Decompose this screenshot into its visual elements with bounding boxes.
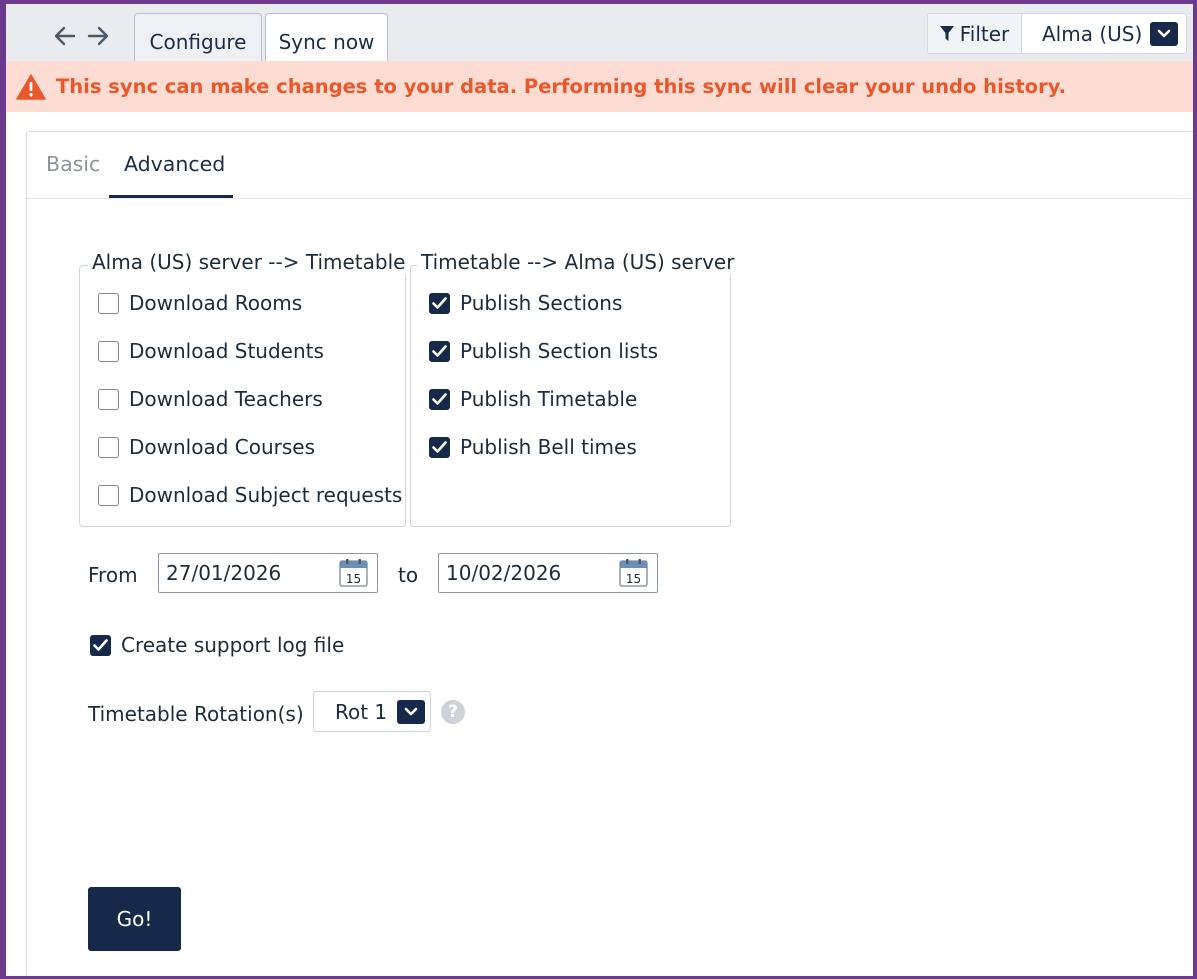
from-date-field[interactable]: 27/01/2026 15 — [158, 553, 378, 593]
active-tab-indicator — [109, 195, 233, 198]
download-subject-requests-checkbox[interactable]: Download Subject requests — [98, 483, 402, 507]
checkbox-label: Download Courses — [129, 435, 316, 459]
forward-button[interactable] — [84, 22, 112, 50]
publish-group-legend: Timetable --> Alma (US) server — [417, 250, 739, 274]
chevron-down-icon[interactable] — [397, 700, 425, 724]
checkbox-unchecked[interactable] — [98, 484, 119, 506]
tab-basic[interactable]: Basic — [46, 152, 100, 176]
publish-timetable-checkbox[interactable]: Publish Timetable — [429, 387, 637, 411]
svg-text:15: 15 — [626, 572, 641, 586]
checkbox-checked[interactable] — [429, 436, 450, 458]
checkbox-label: Download Rooms — [129, 291, 303, 315]
checkmark-icon — [432, 392, 447, 405]
checkbox-label: Publish Bell times — [460, 435, 637, 459]
from-label: From — [88, 563, 138, 587]
filter-label: Filter — [959, 21, 1010, 46]
rotation-label: Timetable Rotation(s) — [88, 702, 304, 726]
checkmark-icon — [432, 344, 447, 357]
app-window: Configure Sync now Filter Alma (US) This… — [6, 4, 1193, 976]
publish-section-lists-checkbox[interactable]: Publish Section lists — [429, 339, 658, 363]
tab-advanced[interactable]: Advanced — [124, 152, 225, 176]
checkbox-checked[interactable] — [429, 292, 450, 314]
funnel-icon — [939, 25, 954, 41]
checkbox-unchecked[interactable] — [98, 292, 119, 314]
warning-text: This sync can make changes to your data.… — [56, 75, 1067, 98]
checkbox-checked[interactable] — [429, 388, 450, 410]
go-button[interactable]: Go! — [88, 887, 181, 951]
subtab-bar: Basic Advanced — [27, 132, 1193, 199]
help-icon[interactable]: ? — [441, 700, 465, 724]
sync-panel: Basic Advanced Alma (US) server --> Time… — [26, 131, 1193, 976]
calendar-icon[interactable]: 15 — [339, 559, 368, 587]
checkbox-label: Download Students — [129, 339, 324, 363]
to-label: to — [398, 563, 419, 587]
tab-configure[interactable]: Configure — [134, 13, 262, 62]
checkbox-label: Create support log file — [121, 633, 345, 657]
download-group-legend: Alma (US) server --> Timetable — [88, 250, 410, 274]
from-date-value: 27/01/2026 — [166, 561, 282, 585]
warning-banner: This sync can make changes to your data.… — [6, 61, 1193, 112]
download-group: Alma (US) server --> Timetable Download … — [79, 250, 410, 527]
server-select-value: Alma (US) — [1042, 21, 1143, 46]
filter-bar: Filter Alma (US) — [927, 13, 1187, 54]
top-toolbar: Configure Sync now Filter Alma (US) — [6, 4, 1193, 62]
server-select[interactable]: Alma (US) — [1022, 14, 1186, 53]
download-students-checkbox[interactable]: Download Students — [98, 339, 324, 363]
download-teachers-checkbox[interactable]: Download Teachers — [98, 387, 323, 411]
filter-button[interactable]: Filter — [928, 14, 1022, 53]
publish-group: Timetable --> Alma (US) server Publish S… — [410, 250, 739, 527]
support-log-checkbox[interactable]: Create support log file — [90, 633, 344, 657]
rotation-select-value: Rot 1 — [335, 699, 388, 724]
checkbox-checked[interactable] — [90, 634, 111, 656]
checkbox-label: Download Teachers — [129, 387, 323, 411]
publish-bell-times-checkbox[interactable]: Publish Bell times — [429, 435, 637, 459]
tab-sync-now[interactable]: Sync now — [265, 13, 388, 62]
warning-triangle-icon — [16, 73, 46, 100]
to-date-field[interactable]: 10/02/2026 15 — [438, 553, 658, 593]
checkmark-icon — [93, 638, 108, 651]
checkbox-label: Publish Timetable — [460, 387, 638, 411]
publish-sections-checkbox[interactable]: Publish Sections — [429, 291, 622, 315]
chevron-down-icon[interactable] — [1150, 22, 1178, 46]
download-courses-checkbox[interactable]: Download Courses — [98, 435, 315, 459]
checkmark-icon — [432, 296, 447, 309]
back-button[interactable] — [51, 22, 79, 50]
calendar-icon[interactable]: 15 — [619, 559, 648, 587]
checkbox-unchecked[interactable] — [98, 388, 119, 410]
rotation-select[interactable]: Rot 1 — [313, 691, 431, 732]
to-date-value: 10/02/2026 — [446, 561, 562, 585]
checkbox-unchecked[interactable] — [98, 340, 119, 362]
checkbox-label: Download Subject requests — [129, 483, 403, 507]
checkbox-unchecked[interactable] — [98, 436, 119, 458]
svg-text:15: 15 — [346, 572, 361, 586]
checkbox-checked[interactable] — [429, 340, 450, 362]
arrow-right-icon — [87, 26, 109, 46]
checkbox-label: Publish Sections — [460, 291, 623, 315]
download-rooms-checkbox[interactable]: Download Rooms — [98, 291, 302, 315]
checkbox-label: Publish Section lists — [460, 339, 659, 363]
arrow-left-icon — [54, 26, 76, 46]
checkmark-icon — [432, 440, 447, 453]
